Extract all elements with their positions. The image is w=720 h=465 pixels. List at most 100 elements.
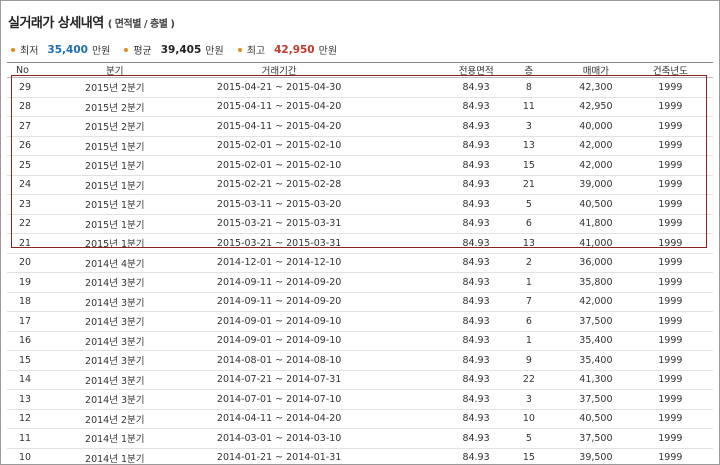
summary-avg: 평균 39,405 만원 <box>124 42 224 57</box>
cell-price: 40,000 <box>564 116 628 137</box>
cell-price: 41,000 <box>564 233 628 254</box>
cell-quarter: 2014년 3분기 <box>47 292 182 312</box>
cell-floor: 6 <box>493 214 565 234</box>
cell-no: 13 <box>7 389 48 410</box>
cell-price: 42,000 <box>564 155 628 176</box>
cell-period: 2014-07-21 ~ 2014-07-31 <box>181 370 377 390</box>
cell-period: 2015-02-01 ~ 2015-02-10 <box>181 136 377 156</box>
cell-quarter: 2015년 1분기 <box>47 214 182 234</box>
table-row: 10 2014년 1분기 2014-01-21 ~ 2014-01-31 84.93 1… <box>7 448 713 464</box>
cell-no: 12 <box>7 409 48 429</box>
cell-no: 27 <box>7 116 48 137</box>
cell-area: 84.93 <box>376 370 494 390</box>
cell-area: 84.93 <box>376 253 494 273</box>
cell-period: 2014-08-01 ~ 2014-08-10 <box>181 350 377 371</box>
table-row: 20 2014년 4분기 2014-12-01 ~ 2014-12-10 84.93 2… <box>7 253 713 273</box>
cell-floor: 6 <box>493 311 565 332</box>
cell-price: 42,000 <box>564 292 628 312</box>
table-row: 16 2014년 3분기 2014-09-01 ~ 2014-09-10 84.93 1… <box>7 331 713 351</box>
page-title: 실거래가 상세내역 ( 면적별 / 층별 ) <box>8 12 175 31</box>
cell-floor: 5 <box>493 428 565 449</box>
cell-area: 84.93 <box>376 214 494 234</box>
cell-quarter: 2014년 1분기 <box>47 448 182 464</box>
summary-min-label: 최저 <box>20 46 39 57</box>
cell-no: 20 <box>7 253 48 273</box>
cell-area: 84.93 <box>376 233 494 254</box>
cell-price: 39,500 <box>564 448 628 464</box>
cell-floor: 15 <box>493 448 565 464</box>
cell-price: 42,000 <box>564 136 628 156</box>
cell-area: 84.93 <box>376 77 494 98</box>
cell-area: 84.93 <box>376 155 494 176</box>
cell-area: 84.93 <box>376 136 494 156</box>
cell-quarter: 2015년 2분기 <box>47 116 182 137</box>
cell-period: 2014-03-01 ~ 2014-03-10 <box>181 428 377 449</box>
cell-no: 23 <box>7 194 48 215</box>
summary-max: 최고 42,950 만원 <box>237 42 337 57</box>
cell-area: 84.93 <box>376 389 494 410</box>
cell-year: 1999 <box>627 331 713 351</box>
cell-no: 22 <box>7 214 48 234</box>
cell-price: 40,500 <box>564 194 628 215</box>
summary-max-label: 최고 <box>246 46 266 57</box>
transactions-table: No 분기 거래기간 전용면적 층 매매가 건축년도 29 2015년 2분기 20… <box>7 62 713 464</box>
cell-year: 1999 <box>627 370 713 390</box>
summary-min-unit: 만원 <box>91 46 111 57</box>
cell-no: 28 <box>7 97 48 117</box>
cell-floor: 11 <box>493 97 565 117</box>
cell-period: 2014-09-01 ~ 2014-09-10 <box>181 331 377 351</box>
cell-quarter: 2014년 2분기 <box>47 409 182 429</box>
title-text: 실거래가 상세내역 <box>8 16 104 31</box>
table-body: 29 2015년 2분기 2015-04-21 ~ 2015-04-30 84.93 8… <box>7 77 713 464</box>
cell-no: 21 <box>7 233 48 254</box>
cell-year: 1999 <box>627 389 713 410</box>
cell-floor: 2 <box>493 253 565 273</box>
cell-period: 2015-02-01 ~ 2015-02-10 <box>181 155 377 176</box>
cell-area: 84.93 <box>376 409 494 429</box>
cell-no: 19 <box>7 272 48 293</box>
table-row: 14 2014년 3분기 2014-07-21 ~ 2014-07-31 84.93 2… <box>7 370 713 390</box>
header-year: 건축년도 <box>627 62 713 78</box>
summary-avg-value: 39,405 <box>160 43 202 56</box>
cell-period: 2015-03-21 ~ 2015-03-31 <box>181 214 377 234</box>
cell-period: 2015-04-11 ~ 2015-04-20 <box>181 97 377 117</box>
cell-price: 37,500 <box>564 389 628 410</box>
title-subtitle: ( 면적별 / 층별 ) <box>107 19 175 30</box>
cell-area: 84.93 <box>376 428 494 449</box>
cell-area: 84.93 <box>376 311 494 332</box>
cell-no: 16 <box>7 331 48 351</box>
cell-no: 18 <box>7 292 48 312</box>
cell-floor: 3 <box>493 389 565 410</box>
cell-floor: 22 <box>493 370 565 390</box>
cell-area: 84.93 <box>376 97 494 117</box>
bullet-icon <box>237 47 242 52</box>
table-header-row: No 분기 거래기간 전용면적 층 매매가 건축년도 <box>7 62 713 78</box>
summary-min-value: 35,400 <box>47 43 88 56</box>
summary-max-value: 42,950 <box>274 43 315 56</box>
cell-period: 2014-12-01 ~ 2014-12-10 <box>181 253 377 273</box>
cell-quarter: 2014년 4분기 <box>47 253 182 273</box>
cell-floor: 3 <box>493 116 565 137</box>
cell-area: 84.93 <box>376 448 494 464</box>
cell-price: 35,400 <box>564 350 628 371</box>
cell-price: 36,000 <box>564 253 628 273</box>
cell-year: 1999 <box>627 253 713 273</box>
cell-quarter: 2015년 2분기 <box>47 97 182 117</box>
cell-no: 26 <box>7 136 48 156</box>
cell-price: 41,800 <box>564 214 628 234</box>
cell-no: 25 <box>7 155 48 176</box>
cell-area: 84.93 <box>376 175 494 195</box>
cell-no: 17 <box>7 311 48 332</box>
cell-year: 1999 <box>627 350 713 371</box>
cell-quarter: 2015년 2분기 <box>47 77 182 98</box>
cell-area: 84.93 <box>376 292 494 312</box>
cell-price: 42,950 <box>564 97 628 117</box>
header-quarter: 분기 <box>47 62 182 78</box>
cell-period: 2015-04-21 ~ 2015-04-30 <box>181 77 377 98</box>
cell-floor: 5 <box>493 194 565 215</box>
table-row: 11 2014년 1분기 2014-03-01 ~ 2014-03-10 84.93 5… <box>7 428 713 449</box>
header-no: No <box>7 62 48 78</box>
cell-floor: 21 <box>493 175 565 195</box>
cell-quarter: 2015년 1분기 <box>47 155 182 176</box>
table-row: 26 2015년 1분기 2015-02-01 ~ 2015-02-10 84.93 1… <box>7 136 713 156</box>
